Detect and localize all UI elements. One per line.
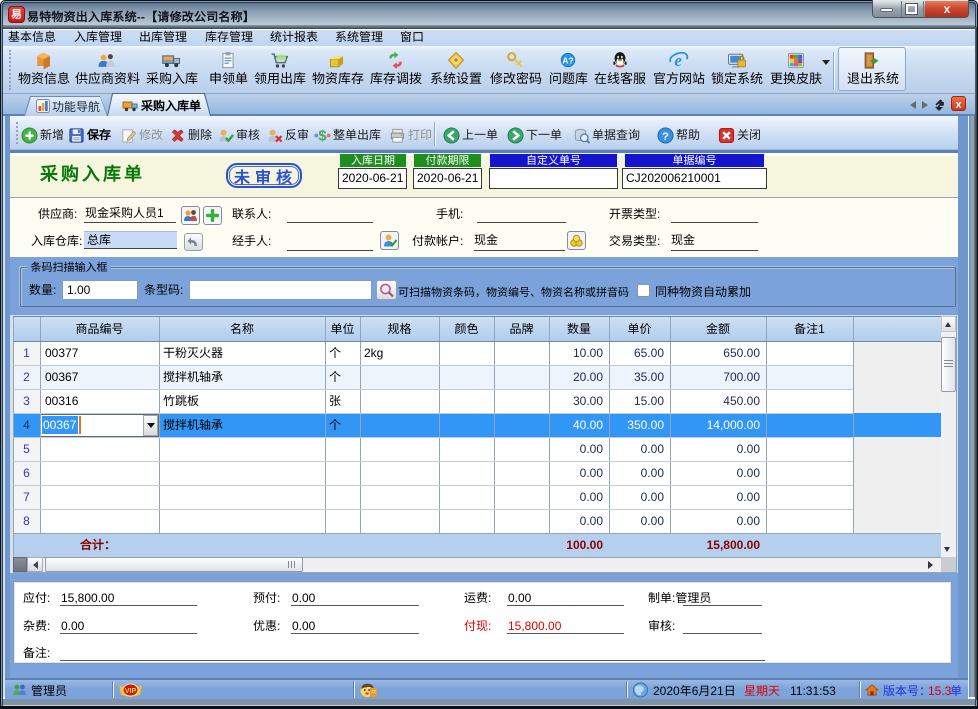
svg-text:VIP: VIP bbox=[125, 686, 137, 696]
svg-text:A?: A? bbox=[562, 54, 573, 66]
svg-text:$: $ bbox=[318, 127, 327, 144]
svg-text:?: ? bbox=[662, 128, 669, 144]
